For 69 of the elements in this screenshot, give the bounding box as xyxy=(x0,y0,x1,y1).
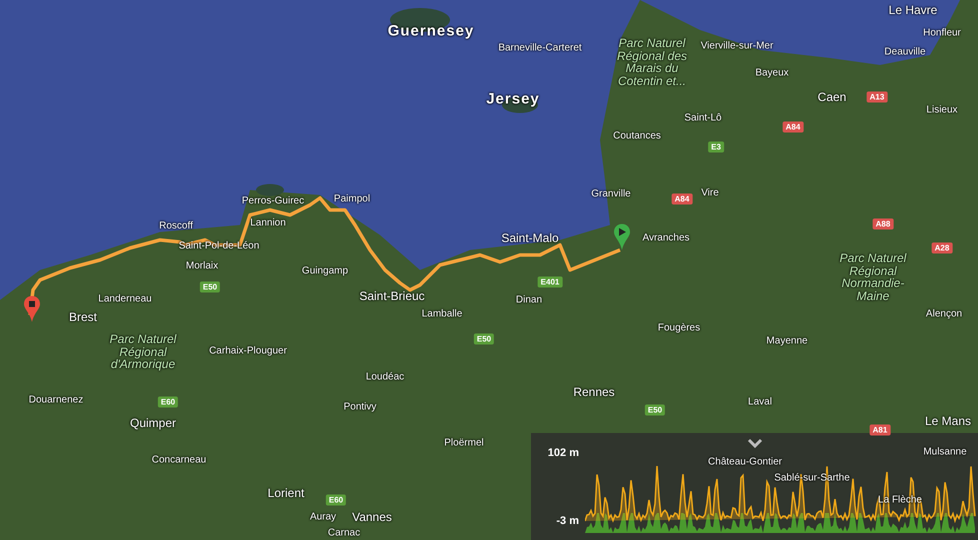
place-label: Paimpol xyxy=(334,194,370,204)
road-shield: A84 xyxy=(672,194,692,204)
map-pin-icon[interactable] xyxy=(614,224,630,250)
map-pin-icon[interactable] xyxy=(24,296,40,322)
place-label: Mayenne xyxy=(766,336,808,346)
place-label: Le Mans xyxy=(924,414,972,428)
place-label: Carhaix-Plouguer xyxy=(209,346,287,356)
road-shield: A88 xyxy=(872,218,894,230)
place-label: Lisieux xyxy=(926,104,958,116)
place-label: Caen xyxy=(818,90,846,104)
place-label: Quimper xyxy=(130,416,176,430)
max-elevation-label: 102 m xyxy=(548,447,579,459)
place-label: Auray xyxy=(310,512,336,522)
place-label: Fougères xyxy=(658,322,700,334)
place-label: Saint-Lô xyxy=(684,112,722,124)
place-label: Laval xyxy=(748,396,772,408)
min-elevation-label: -3 m xyxy=(556,515,579,527)
place-label: Coutances xyxy=(613,130,661,142)
place-label: Perros-Guirec xyxy=(242,196,304,206)
place-label: Granville xyxy=(591,188,631,200)
place-label: Loudéac xyxy=(366,372,404,382)
road-shield: E401 xyxy=(538,276,562,288)
place-label: Guingamp xyxy=(302,266,348,276)
road-shield: A81 xyxy=(870,424,890,436)
place-label: Carnac xyxy=(328,528,360,538)
place-label: Avranches xyxy=(642,232,690,244)
satellite-map[interactable] xyxy=(0,0,978,540)
road-shield: A13 xyxy=(866,92,888,102)
place-label: Brest xyxy=(69,310,97,324)
park-label: Parc Naturel Régional d'Armorique xyxy=(108,333,178,371)
place-label: Dinan xyxy=(516,294,542,306)
place-label: Le Havre xyxy=(888,3,938,17)
place-label: Ploërmel xyxy=(444,438,484,448)
place-label: Deauville xyxy=(884,46,926,58)
road-shield: E60 xyxy=(158,396,178,408)
place-label: Rennes xyxy=(573,385,615,399)
place-label: Roscoff xyxy=(159,220,193,232)
road-shield: E50 xyxy=(474,334,494,344)
road-shield: E3 xyxy=(708,142,724,152)
place-label: Saint-Malo xyxy=(501,231,559,245)
road-shield: E50 xyxy=(644,404,666,416)
chevron-down-icon[interactable] xyxy=(747,438,763,448)
place-label: Lannion xyxy=(250,218,286,228)
place-label: Vannes xyxy=(352,510,392,524)
place-label: Lorient xyxy=(268,486,304,500)
island-label: Guernesey xyxy=(388,22,474,40)
road-shield: E60 xyxy=(326,494,346,506)
place-label: Lamballe xyxy=(422,308,462,320)
place-label: Concarneau xyxy=(152,454,206,466)
road-shield: A28 xyxy=(932,242,952,254)
place-label: Landerneau xyxy=(98,294,152,304)
road-shield: E50 xyxy=(200,282,220,292)
place-label: Douarnenez xyxy=(28,394,84,406)
place-label: Honfleur xyxy=(923,28,961,38)
place-label: Vire xyxy=(701,188,719,198)
place-label: Barneville-Carteret xyxy=(498,42,582,54)
place-label: Alençon xyxy=(926,308,962,320)
road-shield: A84 xyxy=(782,122,804,132)
park-label: Parc Naturel Régional Normandie-Maine xyxy=(838,252,908,302)
place-label: Saint-Pol-de-Léon xyxy=(178,240,260,252)
place-label: Morlaix xyxy=(186,260,218,272)
place-label: Pontivy xyxy=(344,402,376,412)
place-label: Château-Gontier xyxy=(708,456,782,468)
island-label: Jersey xyxy=(486,90,540,108)
park-label: Parc Naturel Régional des Marais du Cotentin et... xyxy=(616,36,688,88)
place-label: Bayeux xyxy=(755,68,789,78)
place-label: Vierville-sur-Mer xyxy=(700,40,774,52)
place-label: Mulsanne xyxy=(923,446,967,458)
place-label: Saint-Brieuc xyxy=(359,289,425,303)
